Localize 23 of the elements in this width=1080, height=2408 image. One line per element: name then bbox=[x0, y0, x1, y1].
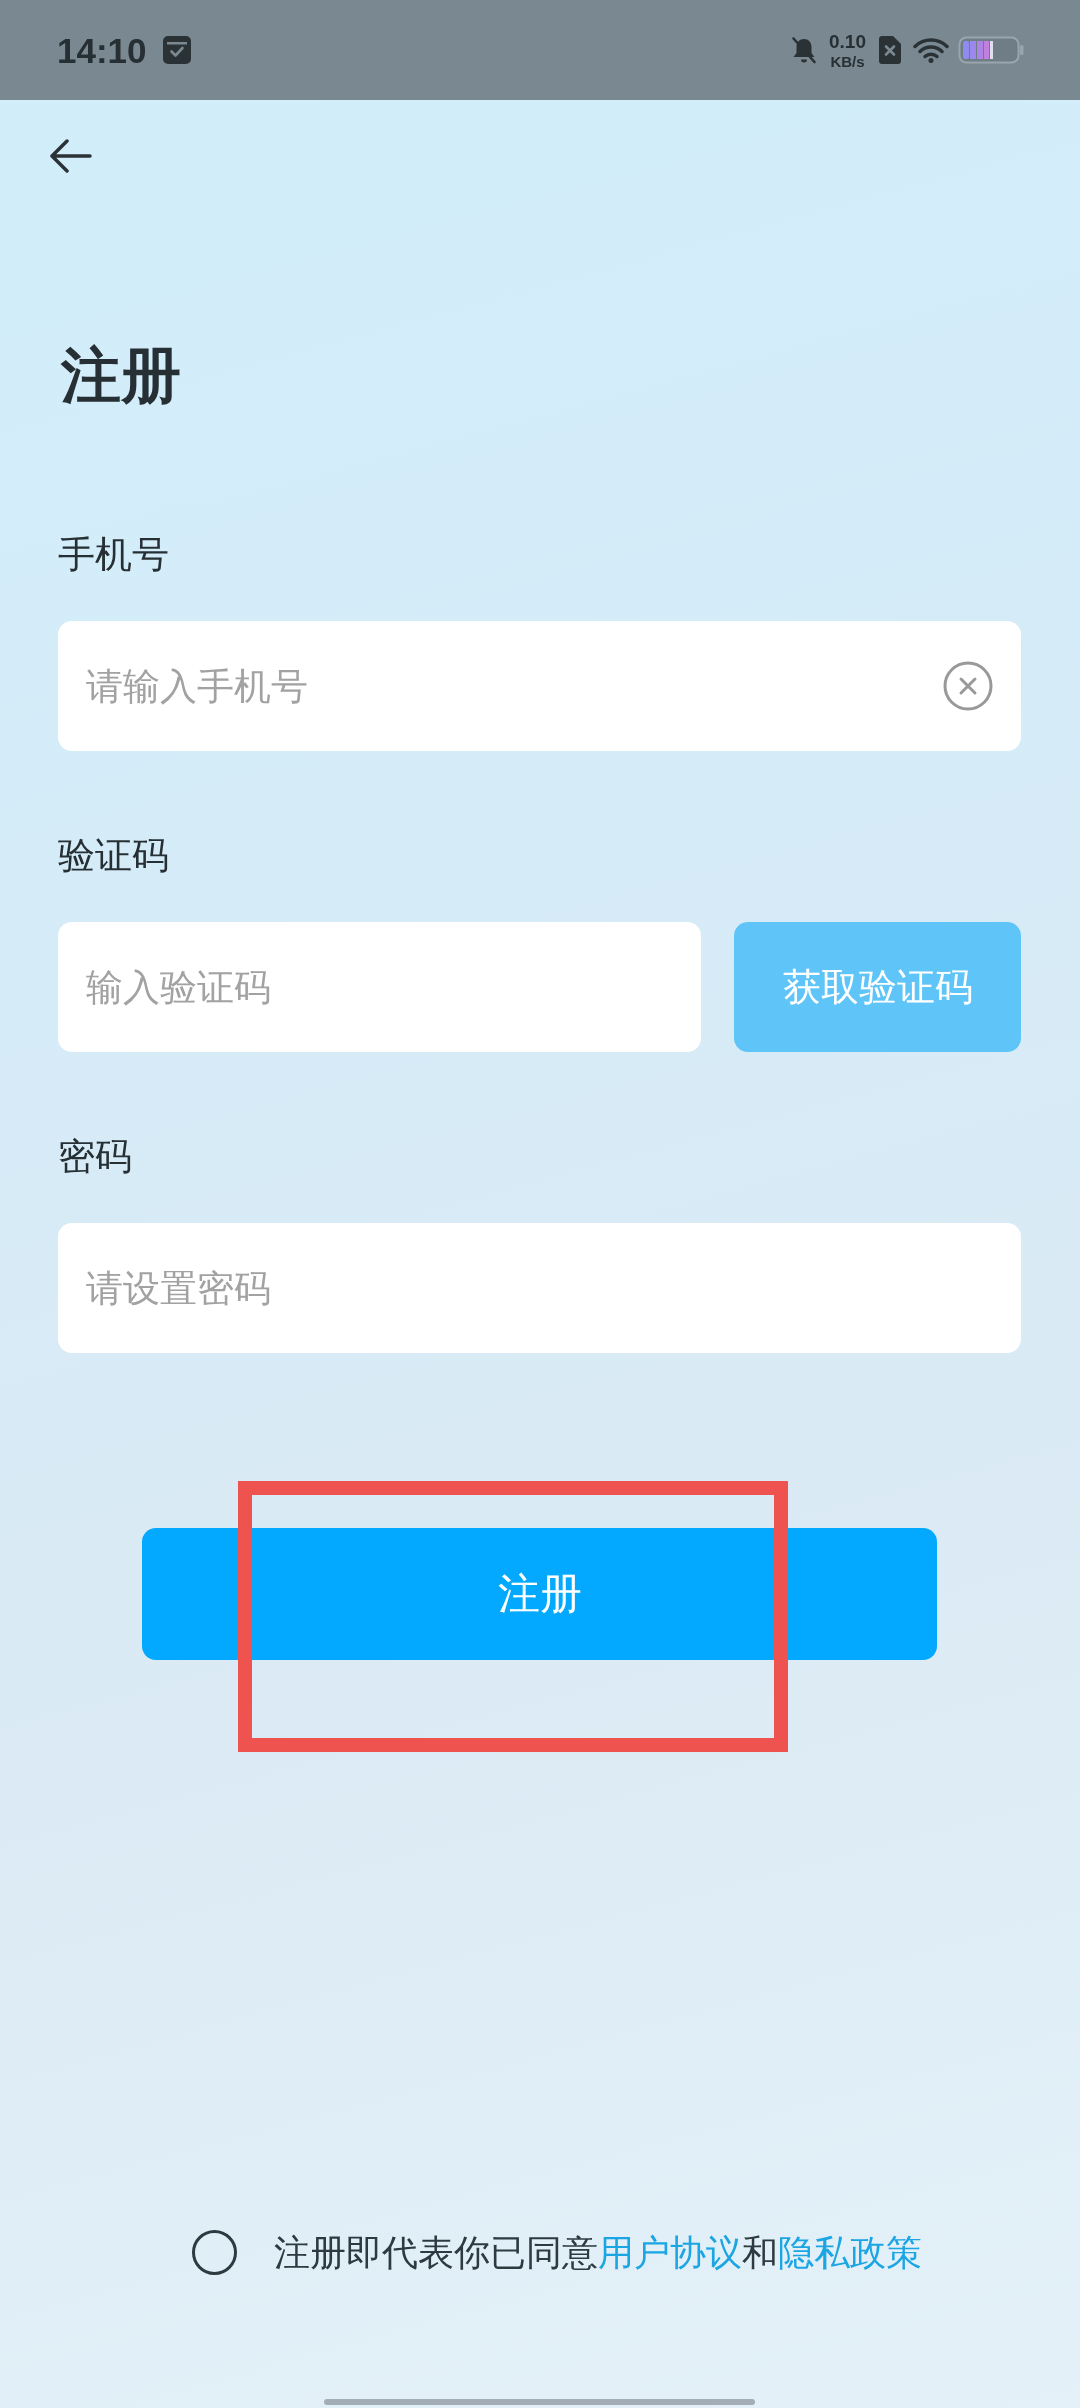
status-time: 14:10 bbox=[57, 32, 147, 68]
agreement-link[interactable]: 用户协议 bbox=[598, 2232, 742, 2273]
calendar-check-icon bbox=[162, 36, 191, 64]
register-button[interactable]: 注册 bbox=[142, 1528, 937, 1660]
input-field[interactable]: 请设置密码 bbox=[58, 1223, 1021, 1353]
clear-icon[interactable] bbox=[943, 661, 993, 711]
network-speed-unit: KB/s bbox=[830, 53, 865, 69]
network-speed-value: 0.10 bbox=[829, 31, 866, 51]
sim-card-x-icon bbox=[879, 36, 901, 64]
agreement-link[interactable]: 隐私政策 bbox=[778, 2232, 922, 2273]
agreement-checkbox[interactable] bbox=[192, 2230, 237, 2275]
field-label: 密码 bbox=[58, 1138, 132, 1175]
back-arrow-icon[interactable] bbox=[50, 139, 92, 173]
field-label: 手机号 bbox=[58, 536, 169, 573]
input-field[interactable]: 请输入手机号 bbox=[58, 621, 1021, 751]
bell-off-icon bbox=[791, 36, 817, 64]
input-field[interactable]: 输入验证码 bbox=[58, 922, 701, 1052]
get-code-button[interactable]: 获取验证码 bbox=[734, 922, 1021, 1052]
wifi-icon bbox=[913, 37, 949, 63]
agreement-text: 注册即代表你已同意用户协议和隐私政策 bbox=[274, 2231, 922, 2275]
page-title: 注册 bbox=[61, 345, 181, 405]
battery-icon bbox=[958, 36, 1024, 64]
field-label: 验证码 bbox=[58, 837, 169, 874]
